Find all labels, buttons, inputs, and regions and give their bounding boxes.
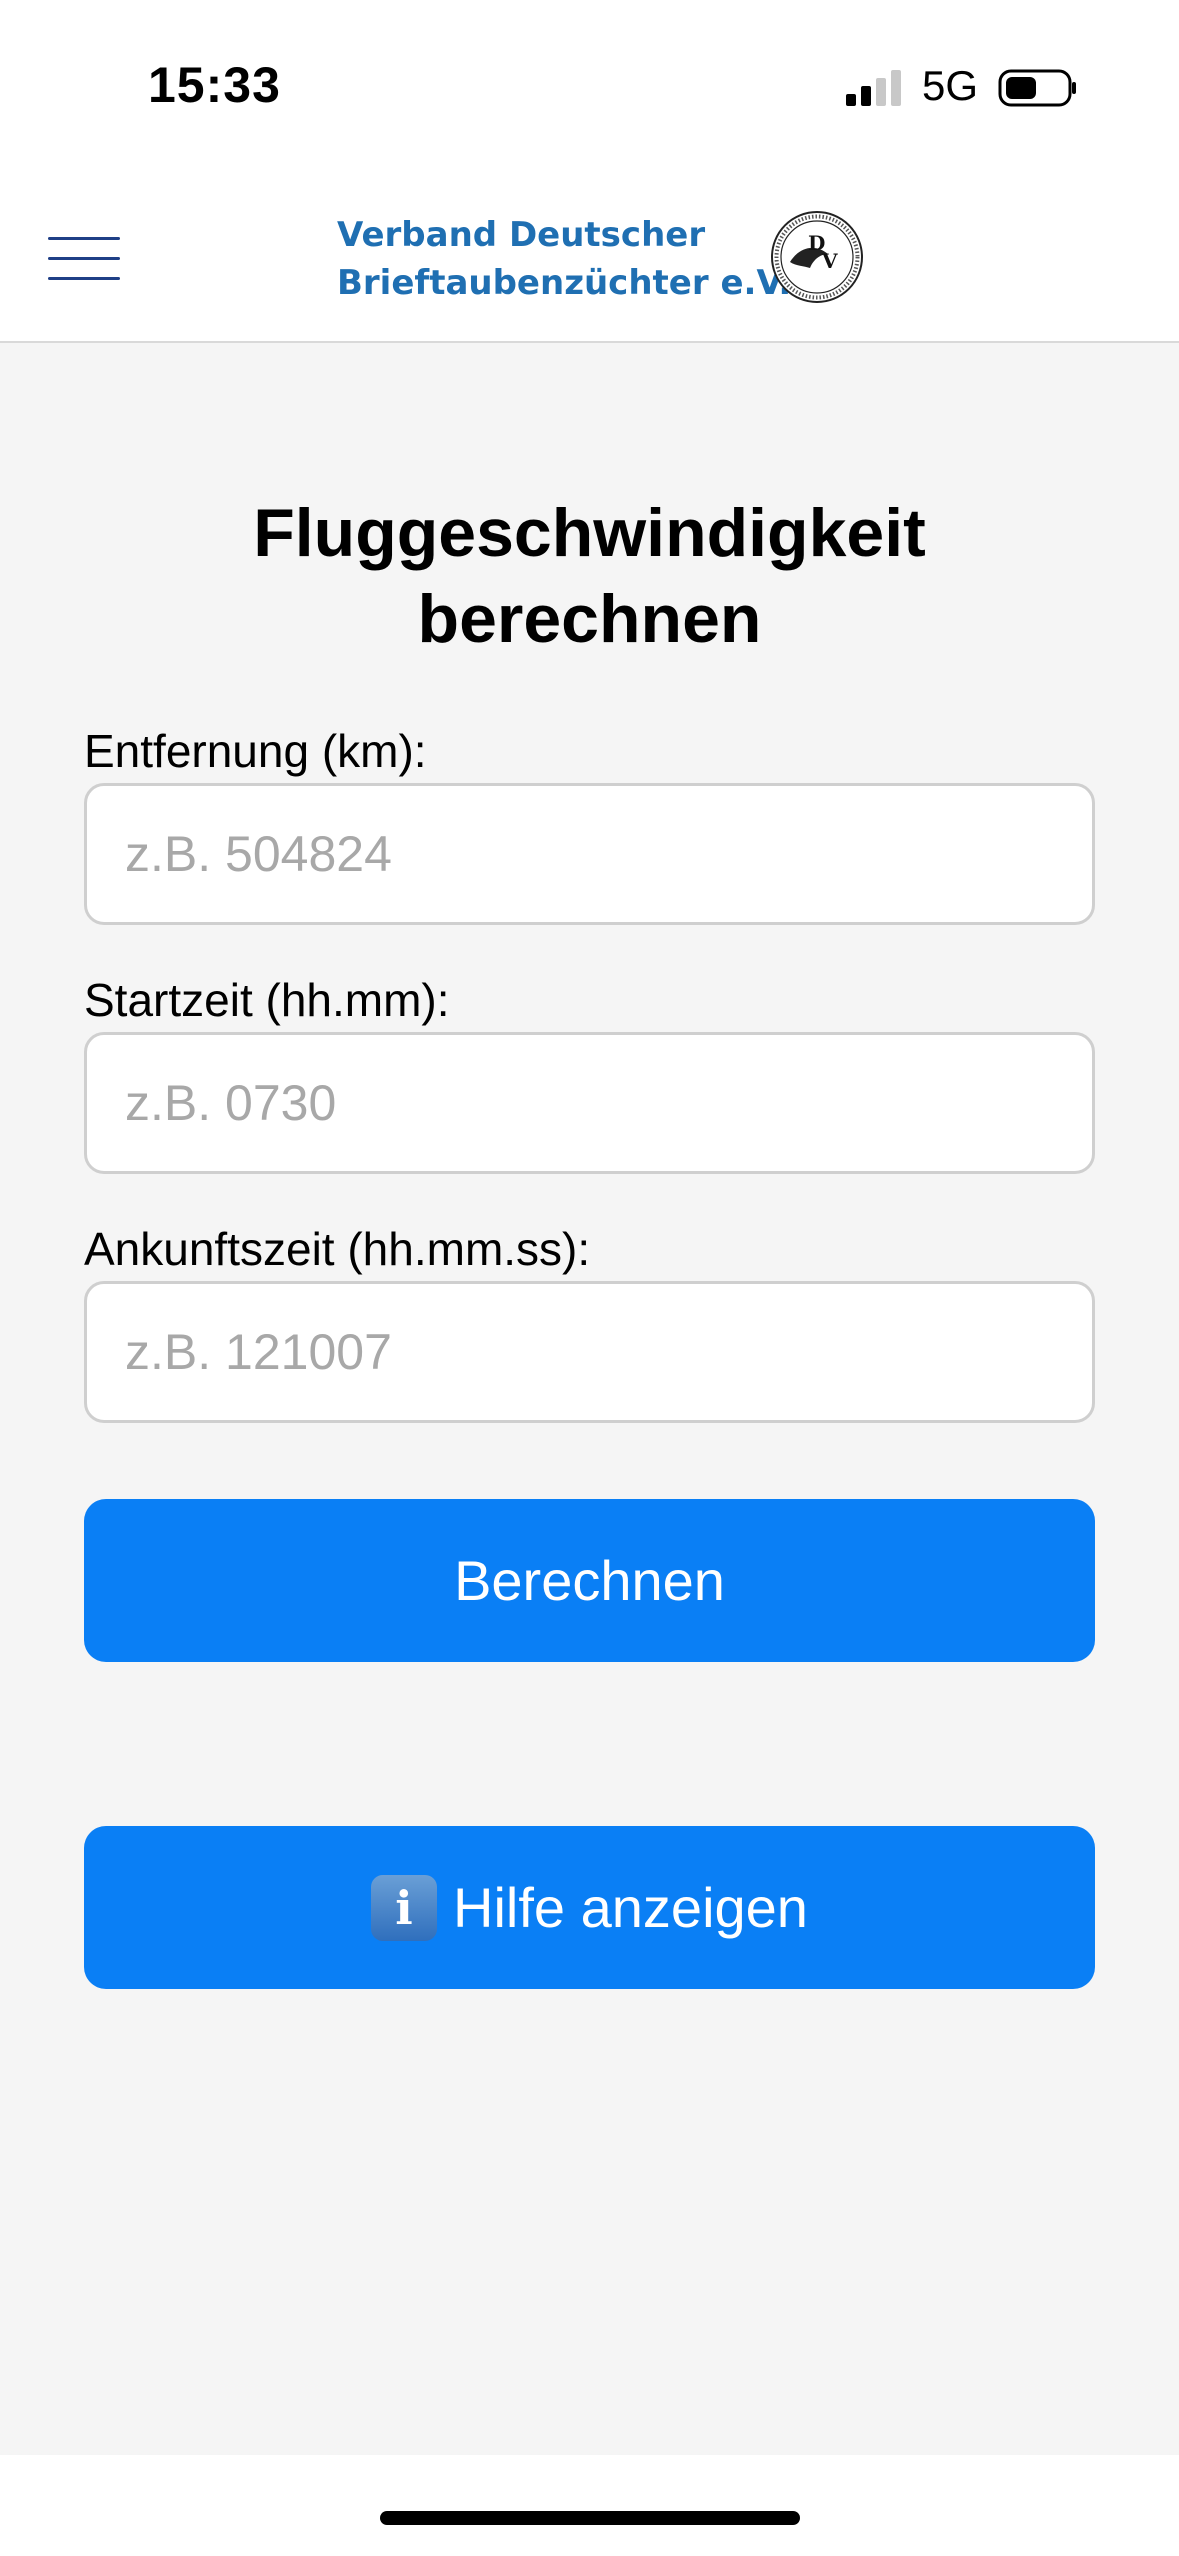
help-button[interactable]: i Hilfe anzeigen <box>84 1826 1095 1989</box>
start-time-label: Startzeit (hh.mm): <box>84 974 450 1026</box>
calculate-button[interactable]: Berechnen <box>84 1499 1095 1662</box>
distance-label: Entfernung (km): <box>84 725 427 777</box>
arrival-time-input[interactable] <box>84 1281 1095 1423</box>
help-button-label: Hilfe anzeigen <box>453 1876 808 1939</box>
logo-seal: D V <box>771 211 863 303</box>
status-bar: 15:33 5G <box>0 0 1179 165</box>
brand-line-1: Verband Deutscher <box>337 215 706 255</box>
bottom-bar <box>0 2455 1179 2556</box>
info-icon: i <box>371 1874 438 1941</box>
network-type: 5G <box>922 62 979 109</box>
battery-icon <box>998 69 1076 107</box>
page-title-line-2: berechnen <box>417 581 762 657</box>
arrival-time-label: Ankunftszeit (hh.mm.ss): <box>84 1223 591 1275</box>
home-indicator[interactable] <box>380 2511 800 2525</box>
page-title: Fluggeschwindigkeit berechnen <box>0 490 1179 662</box>
brand-name: Verband Deutscher Brieftaubenzüchter e.V… <box>337 211 791 307</box>
distance-input[interactable] <box>84 783 1095 925</box>
svg-text:V: V <box>821 249 838 273</box>
signal-icon <box>846 70 901 106</box>
brand-line-2: Brieftaubenzüchter e.V. <box>337 263 792 303</box>
page-title-line-1: Fluggeschwindigkeit <box>253 495 926 571</box>
calculate-button-label: Berechnen <box>454 1549 725 1612</box>
start-time-input[interactable] <box>84 1032 1095 1174</box>
app-header: Verband Deutscher Brieftaubenzüchter e.V… <box>0 165 1179 343</box>
hamburger-menu-icon[interactable] <box>48 235 120 283</box>
status-time: 15:33 <box>148 57 281 113</box>
